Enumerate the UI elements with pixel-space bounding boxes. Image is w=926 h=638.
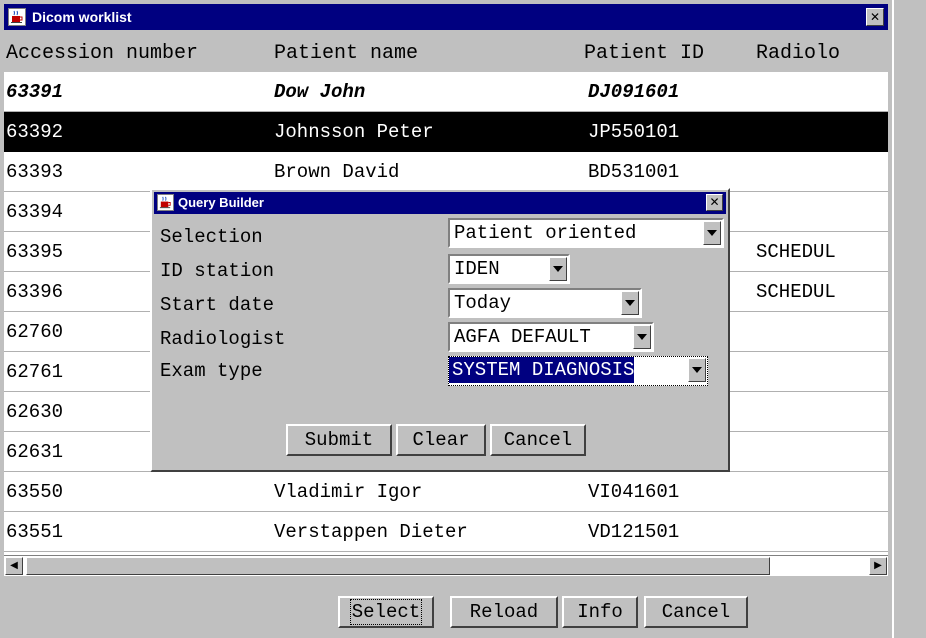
patient-id-cell: JP550101: [588, 121, 680, 143]
patient-name-cell: Johnsson Peter: [274, 121, 434, 143]
submit-button-label: Submit: [304, 429, 374, 451]
info-button-label: Info: [577, 601, 623, 623]
exam-type-label: Exam type: [160, 360, 263, 382]
patient-name-cell: Vladimir Igor: [274, 481, 423, 503]
chevron-down-icon[interactable]: [688, 358, 706, 382]
selection-dropdown[interactable]: Patient oriented: [448, 218, 724, 248]
column-header-radiologist[interactable]: Radiolo: [756, 42, 840, 65]
info-button[interactable]: Info: [562, 596, 638, 628]
accession-cell: 63395: [6, 241, 64, 263]
selection-label: Selection: [160, 226, 263, 248]
accession-cell: 62630: [6, 401, 64, 423]
close-icon[interactable]: ✕: [706, 194, 723, 211]
java-cup-icon: [8, 8, 26, 26]
radiologist-cell: SCHEDUL: [756, 241, 836, 263]
accession-cell: 63394: [6, 201, 64, 223]
exam-type-dropdown[interactable]: SYSTEM DIAGNOSIS: [448, 356, 708, 386]
patient-name-cell: Dow John: [274, 81, 366, 103]
id-station-label: ID station: [160, 260, 275, 282]
reload-button-label: Reload: [469, 601, 539, 623]
table-header: Accession number Patient name Patient ID…: [4, 30, 888, 73]
query-builder-dialog: Query Builder ✕ Selection Patient orient…: [150, 188, 730, 472]
column-header-accession[interactable]: Accession number: [6, 42, 198, 65]
accession-cell: 62760: [6, 321, 64, 343]
dialog-titlebar[interactable]: Query Builder ✕: [154, 192, 726, 214]
accession-cell: 63396: [6, 281, 64, 303]
patient-id-cell: VD121501: [588, 521, 680, 543]
start-date-dropdown[interactable]: Today: [448, 288, 642, 318]
accession-cell: 62761: [6, 361, 64, 383]
patient-id-cell: VI041601: [588, 481, 680, 503]
id-station-value: IDEN: [454, 258, 500, 280]
cancel-button[interactable]: Cancel: [644, 596, 748, 628]
table-row[interactable]: 63550 Vladimir Igor VI041601: [4, 472, 888, 512]
start-date-value: Today: [454, 292, 512, 314]
accession-cell: 63391: [6, 81, 64, 103]
horizontal-scrollbar[interactable]: ◀ ▶: [4, 555, 888, 576]
select-button[interactable]: Select: [338, 596, 434, 628]
radiologist-label: Radiologist: [160, 328, 286, 350]
cancel-button-label: Cancel: [661, 601, 731, 623]
accession-cell: 63551: [6, 521, 64, 543]
dialog-title: Query Builder: [178, 195, 264, 210]
radiologist-cell: SCHEDUL: [756, 281, 836, 303]
radiologist-dropdown[interactable]: AGFA DEFAULT: [448, 322, 654, 352]
accession-cell: 63392: [6, 121, 64, 143]
column-header-patient-name[interactable]: Patient name: [274, 42, 418, 65]
table-row[interactable]: 63551 Verstappen Dieter VD121501: [4, 512, 888, 552]
java-cup-icon: [157, 194, 174, 211]
radiologist-value: AGFA DEFAULT: [454, 326, 591, 348]
column-header-patient-id[interactable]: Patient ID: [584, 42, 704, 65]
clear-button[interactable]: Clear: [396, 424, 486, 456]
patient-name-cell: Verstappen Dieter: [274, 521, 468, 543]
select-button-label: Select: [349, 599, 423, 625]
patient-name-cell: Brown David: [274, 161, 400, 183]
table-row[interactable]: 63393 Brown David BD531001: [4, 152, 888, 192]
table-row[interactable]: 63391 Dow John DJ091601: [4, 72, 888, 112]
desktop-edge: [892, 0, 926, 638]
scroll-right-icon[interactable]: ▶: [869, 557, 887, 575]
window-title: Dicom worklist: [32, 9, 132, 25]
chevron-down-icon[interactable]: [703, 221, 721, 245]
id-station-dropdown[interactable]: IDEN: [448, 254, 570, 284]
scroll-left-icon[interactable]: ◀: [5, 557, 23, 575]
table-row[interactable]: 63392 Johnsson Peter JP550101: [4, 112, 888, 152]
accession-cell: 62631: [6, 441, 64, 463]
dialog-cancel-button-label: Cancel: [503, 429, 573, 451]
dicom-worklist-window: Dicom worklist ✕ Accession number Patien…: [0, 0, 892, 638]
chevron-down-icon[interactable]: [549, 257, 567, 281]
dialog-cancel-button[interactable]: Cancel: [490, 424, 586, 456]
accession-cell: 63393: [6, 161, 64, 183]
window-titlebar[interactable]: Dicom worklist ✕: [4, 4, 888, 30]
accession-cell: 63550: [6, 481, 64, 503]
reload-button[interactable]: Reload: [450, 596, 558, 628]
chevron-down-icon[interactable]: [621, 291, 639, 315]
scroll-thumb[interactable]: [26, 557, 770, 575]
submit-button[interactable]: Submit: [286, 424, 392, 456]
bottom-button-bar: Select Reload Info Cancel: [4, 576, 888, 638]
patient-id-cell: BD531001: [588, 161, 680, 183]
exam-type-value: SYSTEM DIAGNOSIS: [449, 357, 635, 383]
clear-button-label: Clear: [412, 429, 470, 451]
chevron-down-icon[interactable]: [633, 325, 651, 349]
selection-value: Patient oriented: [454, 222, 637, 244]
close-icon[interactable]: ✕: [866, 8, 884, 26]
patient-id-cell: DJ091601: [588, 81, 680, 103]
start-date-label: Start date: [160, 294, 275, 316]
